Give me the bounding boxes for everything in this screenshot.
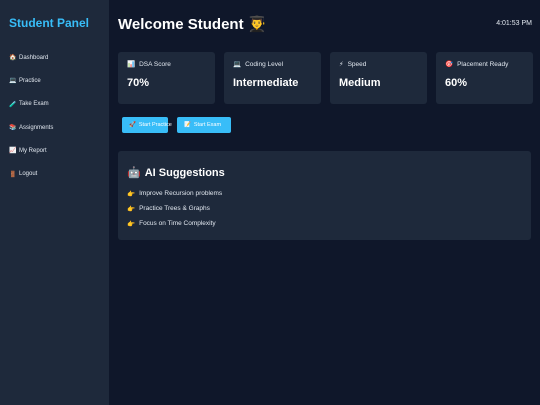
chart-increasing-icon: 📈: [9, 148, 17, 155]
card-label: DSA Score: [139, 60, 171, 68]
sidebar-item-label: Take Exam: [19, 101, 49, 108]
clock: 4:01:53 PM: [496, 20, 532, 27]
memo-icon: 📝: [184, 122, 191, 128]
laptop-icon: 💻: [233, 61, 242, 68]
door-icon: 🚪: [9, 171, 17, 178]
card-speed: ⚡ Speed Medium: [330, 52, 427, 104]
books-icon: 📚: [9, 125, 17, 132]
card-dsa-score: 📊 DSA Score 70%: [118, 52, 215, 104]
sidebar-item-my-report[interactable]: 📈 My Report: [9, 139, 101, 162]
test-tube-icon: 🧪: [9, 101, 17, 108]
card-coding-level: 💻 Coding Level Intermediate: [224, 52, 321, 104]
suggestion-item: 👉 Improve Recursion problems: [127, 186, 522, 201]
card-value: Medium: [339, 77, 381, 89]
ai-suggestions-title: 🤖 AI Suggestions: [127, 166, 522, 180]
suggestion-text: Practice Trees & Graphs: [139, 205, 210, 212]
card-value: Intermediate: [233, 77, 299, 89]
sidebar-item-label: Logout: [19, 171, 38, 178]
button-label: Start Exam: [193, 122, 222, 128]
start-exam-button[interactable]: 📝 Start Exam: [177, 117, 231, 133]
rocket-icon: 🚀: [129, 122, 136, 128]
pointing-hand-icon: 👉: [127, 190, 136, 198]
sidebar-item-label: Assignments: [19, 124, 54, 131]
card-value: 70%: [127, 77, 150, 89]
ai-title-label: AI Suggestions: [144, 166, 225, 179]
ai-suggestions-panel: 🤖 AI Suggestions 👉 Improve Recursion pro…: [118, 151, 531, 240]
sidebar-item-practice[interactable]: 💻 Practice: [9, 69, 101, 92]
action-buttons: 🚀 Start Practice 📝 Start Exam: [122, 117, 231, 133]
card-label: Speed: [347, 60, 367, 68]
start-practice-button[interactable]: 🚀 Start Practice: [122, 117, 172, 133]
target-icon: 🎯: [445, 61, 454, 68]
stats-cards: 📊 DSA Score 70% 💻 Coding Level Intermedi…: [118, 52, 533, 104]
sidebar-item-assignments[interactable]: 📚 Assignments: [9, 116, 101, 139]
suggestion-item: 👉 Practice Trees & Graphs: [127, 201, 522, 216]
laptop-icon: 💻: [9, 78, 17, 85]
card-placement-ready: 🎯 Placement Ready 60%: [436, 52, 533, 104]
pointing-hand-icon: 👉: [127, 205, 136, 213]
card-label: Coding Level: [245, 60, 284, 68]
sidebar: Student Panel 🏠 Dashboard 💻 Practice 🧪 T…: [0, 0, 109, 405]
page-title: Welcome Student 👨‍🎓: [118, 16, 267, 33]
suggestion-item: 👉 Focus on Time Complexity: [127, 216, 522, 231]
robot-icon: 🤖: [127, 167, 141, 179]
sidebar-item-dashboard[interactable]: 🏠 Dashboard: [9, 46, 101, 69]
card-value: 60%: [445, 77, 468, 89]
lightning-icon: ⚡: [339, 61, 344, 68]
sidebar-item-label: My Report: [19, 147, 47, 154]
pointing-hand-icon: 👉: [127, 220, 136, 228]
suggestion-text: Focus on Time Complexity: [139, 220, 216, 227]
sidebar-item-label: Dashboard: [19, 54, 49, 61]
brand-title: Student Panel: [9, 16, 90, 30]
house-icon: 🏠: [9, 55, 17, 62]
sidebar-item-label: Practice: [19, 77, 41, 84]
button-label: Start Practice: [138, 122, 172, 128]
suggestion-text: Improve Recursion problems: [139, 190, 223, 197]
card-label: Placement Ready: [457, 60, 509, 68]
main-content: Welcome Student 👨‍🎓 4:01:53 PM 📊 DSA Sco…: [109, 0, 540, 405]
bar-chart-icon: 📊: [127, 61, 136, 68]
sidebar-item-take-exam[interactable]: 🧪 Take Exam: [9, 93, 101, 116]
sidebar-item-logout[interactable]: 🚪 Logout: [9, 162, 101, 185]
